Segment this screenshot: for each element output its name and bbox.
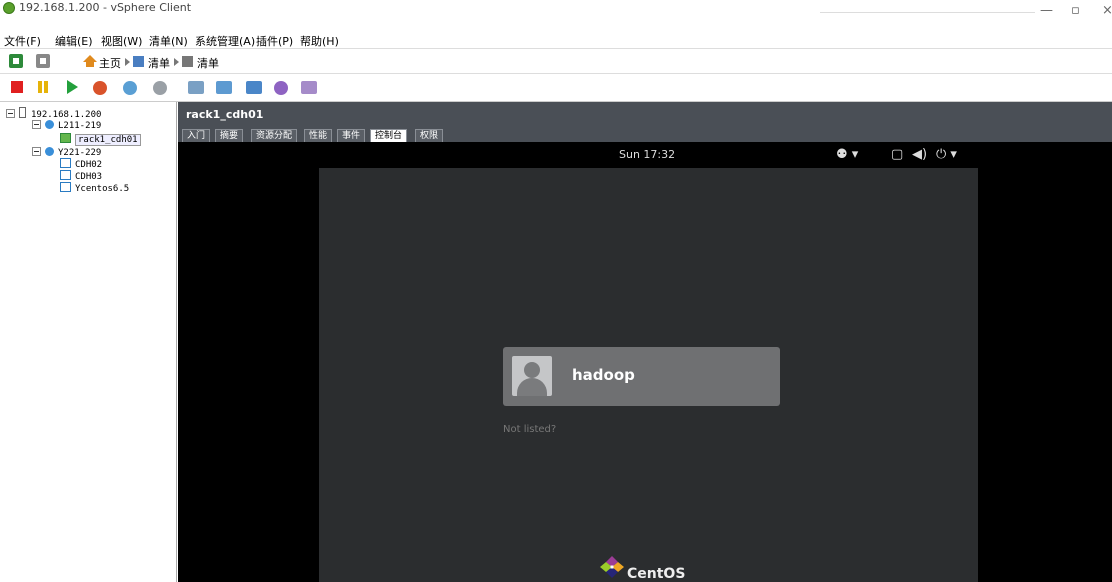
menu-help[interactable]: 帮助(H) bbox=[300, 33, 339, 49]
vapp-icon bbox=[45, 120, 54, 129]
user-avatar-icon bbox=[512, 356, 552, 396]
close-button[interactable]: × bbox=[1102, 3, 1112, 18]
tree-node-vm[interactable]: Ycentos6.5 bbox=[60, 182, 129, 194]
menu-edit[interactable]: 编辑(E) bbox=[55, 33, 93, 49]
tree-label: CDH02 bbox=[75, 160, 103, 170]
vapp-icon bbox=[45, 147, 54, 156]
not-listed-link[interactable]: Not listed? bbox=[503, 424, 556, 435]
user-name: hadoop bbox=[572, 366, 635, 384]
window-icon[interactable]: ▢ bbox=[891, 147, 903, 162]
console-icon[interactable] bbox=[216, 81, 232, 94]
collapse-icon[interactable] bbox=[32, 120, 41, 129]
menu-bar: 文件(F) 编辑(E) 视图(W) 清单(N) 系统管理(A) 插件(P) 帮助… bbox=[0, 30, 1112, 48]
menu-plugins[interactable]: 插件(P) bbox=[256, 33, 293, 49]
back-icon[interactable] bbox=[9, 54, 23, 68]
toolbar bbox=[0, 74, 1112, 102]
host-icon bbox=[19, 107, 26, 118]
power-icon[interactable]: ⏻ ▾ bbox=[936, 147, 957, 162]
breadcrumb-arrow-icon bbox=[174, 58, 179, 66]
suspend-icon[interactable] bbox=[38, 81, 42, 93]
inventory-tree: 192.168.1.200 L211-219 rack1_cdh01 Y221-… bbox=[0, 102, 177, 582]
gnome-top-bar: Sun 17:32 ⚉ ▾ ▢ ◀︎) ⏻ ▾ bbox=[319, 142, 978, 168]
edit-settings-icon[interactable] bbox=[274, 81, 288, 95]
tree-node-vm[interactable]: CDH03 bbox=[60, 170, 102, 182]
power-off-icon[interactable] bbox=[11, 81, 23, 93]
inventory-icon bbox=[182, 56, 193, 67]
tab-resource-allocation[interactable]: 资源分配 bbox=[251, 129, 298, 142]
accessibility-icon[interactable]: ⚉ ▾ bbox=[836, 147, 858, 162]
breadcrumb-arrow-icon bbox=[125, 58, 130, 66]
tab-permissions[interactable]: 权限 bbox=[415, 129, 444, 142]
snapshot-manager-icon[interactable] bbox=[188, 81, 204, 94]
home-icon[interactable] bbox=[83, 55, 97, 67]
vm-icon bbox=[60, 158, 71, 168]
tab-getting-started[interactable]: 入门 bbox=[182, 129, 211, 142]
menu-view[interactable]: 视图(W) bbox=[101, 33, 142, 49]
revert-snapshot-icon[interactable] bbox=[153, 81, 167, 95]
reset-icon[interactable] bbox=[93, 81, 107, 95]
power-on-icon[interactable] bbox=[67, 80, 78, 94]
minimize-button[interactable]: — bbox=[1040, 3, 1053, 18]
tree-node-vm[interactable]: CDH02 bbox=[60, 158, 102, 170]
vm-icon bbox=[60, 182, 71, 192]
snapshot-icon[interactable] bbox=[123, 81, 137, 95]
forward-icon[interactable] bbox=[36, 54, 50, 68]
user-login-card[interactable]: hadoop bbox=[503, 347, 780, 406]
breadcrumb-home[interactable]: 主页 bbox=[99, 55, 121, 71]
vm-tools-icon[interactable] bbox=[301, 81, 317, 94]
tree-node-folder[interactable]: L211-219 bbox=[32, 119, 101, 131]
tree-label: L211-219 bbox=[58, 121, 102, 131]
vm-title: rack1_cdh01 bbox=[186, 108, 264, 121]
tab-summary[interactable]: 摘要 bbox=[215, 129, 244, 142]
centos-wordmark: CentOS bbox=[627, 566, 686, 582]
main-panel: rack1_cdh01 入门 摘要 资源分配 性能 事件 控制台 权限 Sun … bbox=[178, 102, 1112, 582]
collapse-icon[interactable] bbox=[6, 109, 15, 118]
clock[interactable]: Sun 17:32 bbox=[619, 148, 675, 161]
title-bar: 192.168.1.200 - vSphere Client — ▫ × bbox=[0, 0, 1112, 30]
breadcrumb-inventory-2[interactable]: 清单 bbox=[197, 55, 219, 71]
console-screen[interactable]: Sun 17:32 ⚉ ▾ ▢ ◀︎) ⏻ ▾ hadoop Not liste… bbox=[319, 142, 978, 582]
menu-file[interactable]: 文件(F) bbox=[4, 33, 41, 49]
tree-label: Y221-229 bbox=[58, 148, 102, 158]
tree-node-folder[interactable]: Y221-229 bbox=[32, 146, 101, 158]
tab-performance[interactable]: 性能 bbox=[304, 129, 333, 142]
tab-events[interactable]: 事件 bbox=[337, 129, 366, 142]
tab-console[interactable]: 控制台 bbox=[370, 129, 408, 142]
tree-label: CDH03 bbox=[75, 172, 103, 182]
tree-node-host[interactable]: 192.168.1.200 bbox=[6, 107, 101, 120]
collapse-icon[interactable] bbox=[32, 147, 41, 156]
tree-label: rack1_cdh01 bbox=[75, 134, 141, 146]
vm-powered-on-icon bbox=[60, 133, 71, 143]
breadcrumb-inventory[interactable]: 清单 bbox=[148, 55, 170, 71]
ghost-input bbox=[820, 4, 1035, 13]
window-title: 192.168.1.200 - vSphere Client bbox=[19, 1, 192, 14]
maximize-button[interactable]: ▫ bbox=[1071, 3, 1080, 18]
inventory-icon bbox=[133, 56, 144, 67]
vm-header: rack1_cdh01 入门 摘要 资源分配 性能 事件 控制台 权限 bbox=[178, 102, 1112, 142]
menu-inventory[interactable]: 清单(N) bbox=[149, 33, 188, 49]
vm-icon bbox=[60, 170, 71, 180]
menu-admin[interactable]: 系统管理(A) bbox=[195, 33, 255, 49]
nav-bar: 主页 清单 清单 bbox=[0, 48, 1112, 74]
vsphere-app-icon bbox=[3, 2, 15, 14]
volume-icon[interactable]: ◀︎) bbox=[912, 147, 927, 162]
migrate-icon[interactable] bbox=[246, 81, 262, 94]
tree-node-vm-selected[interactable]: rack1_cdh01 bbox=[60, 133, 141, 146]
centos-logo-icon bbox=[600, 556, 624, 578]
tree-label: Ycentos6.5 bbox=[75, 184, 130, 194]
